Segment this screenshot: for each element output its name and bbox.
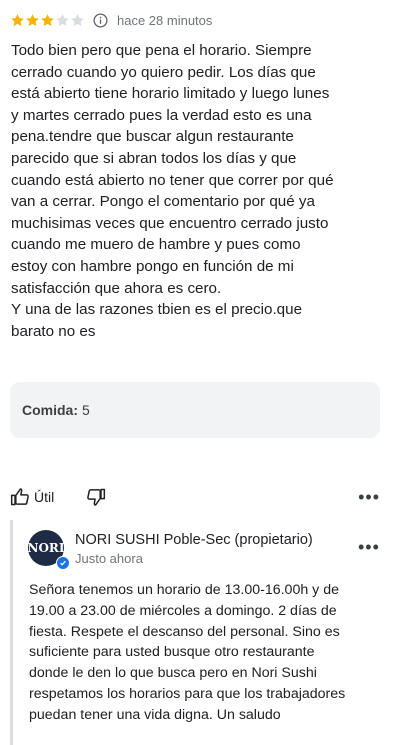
food-rating-value: 5 [82, 402, 90, 418]
star-icon [40, 13, 55, 28]
review-page: hace 28 minutos Todo bien pero que pena … [0, 0, 400, 745]
owner-reply-more-button[interactable]: ••• [358, 537, 380, 558]
star-icon [70, 13, 85, 28]
star-icon [25, 13, 40, 28]
thumbs-down-icon [86, 487, 106, 507]
not-helpful-button[interactable] [86, 487, 106, 507]
helpful-button[interactable]: Útil [10, 487, 54, 507]
star-icon [10, 13, 25, 28]
food-rating-box: Comida: 5 [10, 382, 380, 438]
food-rating-label: Comida: [22, 402, 78, 418]
review-rating-row: hace 28 minutos [10, 10, 212, 30]
review-text: Todo bien pero que pena el horario. Siem… [11, 42, 334, 340]
owner-reply-time: Justo ahora [75, 551, 143, 566]
thumbs-up-icon [10, 487, 30, 507]
owner-reply-text: Señora tenemos un horario de 13.00-16.00… [29, 582, 346, 723]
owner-name[interactable]: NORI SUSHI Poble-Sec (propietario) [75, 532, 313, 548]
owner-reply: NORI NORI SUSHI Poble-Sec (propietario) … [10, 520, 390, 745]
review-more-button[interactable]: ••• [358, 487, 380, 508]
helpful-label: Útil [34, 489, 55, 505]
review-actions: Útil ••• [10, 485, 380, 509]
verified-check-icon [56, 556, 70, 570]
review-time: hace 28 minutos [117, 12, 213, 28]
reply-divider [10, 520, 13, 745]
star-icon [55, 13, 70, 28]
info-icon[interactable] [93, 12, 108, 28]
star-rating [10, 13, 85, 28]
